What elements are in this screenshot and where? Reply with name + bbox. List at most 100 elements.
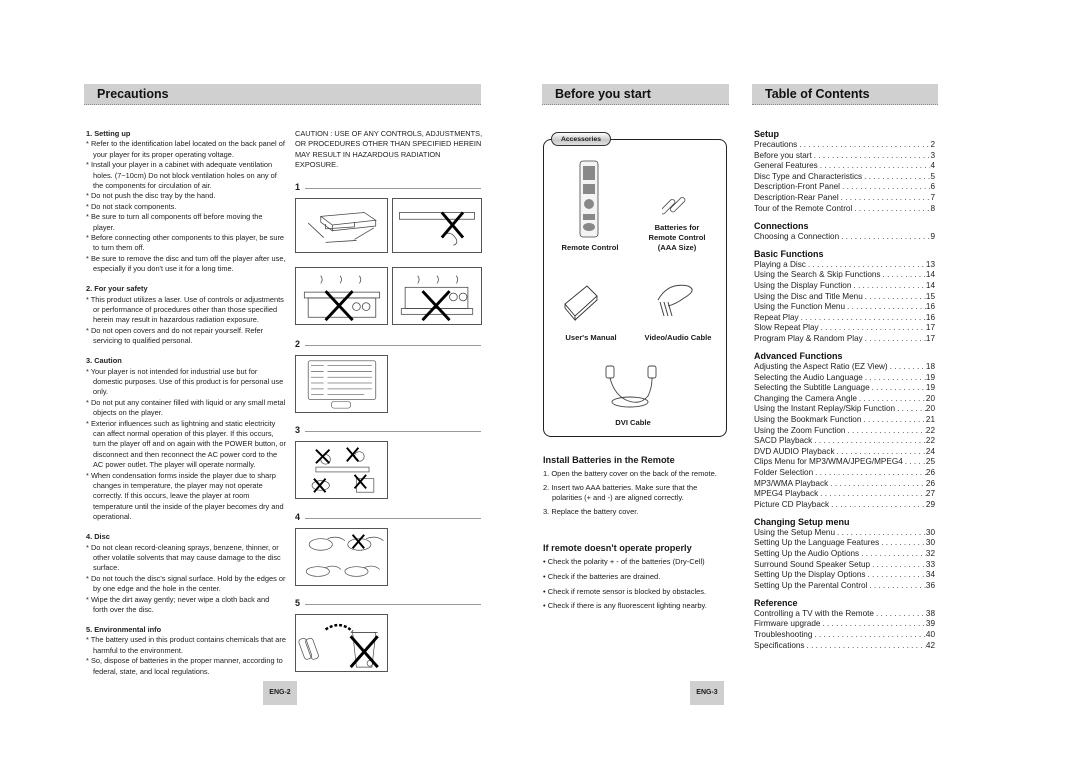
toc-entry[interactable]: MP3/WMA Playback 26 <box>754 479 935 490</box>
precaution-item: Be sure to remove the disc and turn off … <box>86 254 286 275</box>
toc-entry[interactable]: Specifications 42 <box>754 641 935 652</box>
toc-entry[interactable]: Troubleshooting 40 <box>754 630 935 641</box>
toc-leader-dots <box>840 182 930 193</box>
toc-entry[interactable]: Selecting the Subtitle Language 19 <box>754 383 935 394</box>
toc-leader-dots <box>852 204 930 215</box>
video-audio-cable-caption: Video/Audio Cable <box>644 333 712 342</box>
toc-entry[interactable]: Using the Instant Replay/Skip Function 20 <box>754 404 935 415</box>
toc-entry[interactable]: Using the Bookmark Function 21 <box>754 415 935 426</box>
toc-entry[interactable]: Precautions 2 <box>754 140 935 151</box>
toc-leader-dots <box>845 302 926 313</box>
toc-page-number: 4 <box>930 161 935 171</box>
toc-entry[interactable]: Using the Zoom Function 22 <box>754 426 935 437</box>
toc-entry[interactable]: Program Play & Random Play 17 <box>754 334 935 345</box>
toc-entry[interactable]: Playing a Disc 13 <box>754 260 935 271</box>
install-step: 1. Open the battery cover on the back of… <box>543 469 717 478</box>
figure-number: 1 <box>295 182 301 192</box>
toc-entry[interactable]: Setting Up the Display Options 34 <box>754 570 935 581</box>
toc-page-number: 33 <box>925 559 935 569</box>
toc-entry[interactable]: Changing the Camera Angle 20 <box>754 394 935 405</box>
remote-check-item: Check if there is any fluorescent lighti… <box>543 601 733 611</box>
toc-entry[interactable]: Using the Search & Skip Functions 14 <box>754 270 935 281</box>
toc-page-number: 13 <box>925 259 935 269</box>
toc-entry[interactable]: Selecting the Audio Language 19 <box>754 373 935 384</box>
toc-entry[interactable]: Picture CD Playback 29 <box>754 500 935 511</box>
toc-page-number: 6 <box>930 182 935 192</box>
toc-leader-dots <box>851 281 926 292</box>
toc-entry[interactable]: Description-Front Panel 6 <box>754 182 935 193</box>
toc-entry[interactable]: Using the Function Menu 16 <box>754 302 935 313</box>
toc-entry[interactable]: Controlling a TV with the Remote 38 <box>754 609 935 620</box>
page-number-right: ENG-3 <box>690 681 724 705</box>
toc-entry[interactable]: Using the Disc and Title Menu 15 <box>754 292 935 303</box>
toc-entry[interactable]: Setting Up the Audio Options 32 <box>754 549 935 560</box>
toc-entry[interactable]: Repeat Play 16 <box>754 313 935 324</box>
toc-section-title: Reference <box>754 597 798 608</box>
toc-entry[interactable]: Tour of the Remote Control 8 <box>754 204 935 215</box>
toc-page-number: 26 <box>925 467 935 477</box>
toc-leader-dots <box>862 172 930 183</box>
toc-page-number: 17 <box>925 333 935 343</box>
toc-entry[interactable]: General Features 4 <box>754 161 935 172</box>
toc-entry-title: MP3/WMA Playback <box>754 478 829 488</box>
toc-page-number: 38 <box>925 608 935 618</box>
toc-entry[interactable]: Setting Up the Language Features 30 <box>754 538 935 549</box>
toc-entry[interactable]: DVD AUDIO Playback 24 <box>754 447 935 458</box>
toc-entry[interactable]: MPEG4 Playback 27 <box>754 489 935 500</box>
precaution-item: Wipe the dirt away gently; never wipe a … <box>86 595 286 616</box>
figure-heading-4: 4 <box>295 512 481 523</box>
toc-entry-title: Precautions <box>754 140 798 149</box>
precaution-item: Be sure to turn all components off befor… <box>86 212 286 233</box>
toc-entry-title: Disc Type and Characteristics <box>754 171 863 181</box>
toc-entry[interactable]: Using the Display Function 14 <box>754 281 935 292</box>
toc-entry[interactable]: Clips Menu for MP3/WMA/JPEG/MPEG4 25 <box>754 457 935 468</box>
batteries-icon <box>662 190 692 216</box>
toc-leader-dots <box>839 193 931 204</box>
toc-leader-dots <box>799 313 926 324</box>
toc-leader-dots <box>839 232 930 243</box>
precaution-section-title: 5. Environmental info <box>86 624 162 634</box>
toc-section: Advanced Functions Adjusting the Aspect R… <box>754 351 935 510</box>
toc-section: ConnectionsChoosing a Connection 9 <box>754 221 935 243</box>
toc-entry[interactable]: Disc Type and Characteristics 5 <box>754 172 935 183</box>
toc-entry-title: Repeat Play <box>754 312 799 322</box>
toc-page-number: 25 <box>925 457 935 467</box>
toc-page-number: 22 <box>925 436 935 446</box>
toc-page-number: 19 <box>925 383 935 393</box>
toc-entry[interactable]: Adjusting the Aspect Ratio (EZ View) 18 <box>754 362 935 373</box>
before-you-start-header: Before you start <box>542 84 729 105</box>
toc-page-number: 30 <box>925 538 935 548</box>
toc-entry[interactable]: Firmware upgrade 39 <box>754 619 935 630</box>
toc-leader-dots <box>797 140 930 151</box>
toc-entry[interactable]: Setting Up the Parental Control 36 <box>754 581 935 592</box>
toc-entry[interactable]: Slow Repeat Play 17 <box>754 323 935 334</box>
toc-entry-title: Adjusting the Aspect Ratio (EZ View) <box>754 362 888 371</box>
toc-entry-title: Setting Up the Audio Options <box>754 549 860 558</box>
precaution-item: Do not stack components. <box>86 202 286 212</box>
no-stacking-illustration-2 <box>392 267 482 325</box>
toc-page-number: 8 <box>930 203 935 213</box>
toc-page-number: 14 <box>925 280 935 290</box>
toc-leader-dots <box>813 468 926 479</box>
toc-entry[interactable]: Using the Setup Menu 30 <box>754 528 935 539</box>
environment-caution-illustration <box>295 441 388 499</box>
toc-entry-title: Using the Function Menu <box>754 302 846 312</box>
toc-entry-title: Setting Up the Language Features <box>754 538 880 548</box>
toc-leader-dots <box>895 404 926 415</box>
toc-entry[interactable]: SACD Playback 22 <box>754 436 935 447</box>
toc-entry[interactable]: Choosing a Connection 9 <box>754 232 935 243</box>
disc-handling-illustration <box>295 528 388 586</box>
toc-entry[interactable]: Before you start 3 <box>754 151 935 162</box>
precaution-section-title: 4. Disc <box>86 532 110 542</box>
toc-entry[interactable]: Surround Sound Speaker Setup 33 <box>754 560 935 571</box>
precaution-section: 1. Setting upRefer to the identification… <box>86 129 286 275</box>
toc-entry[interactable]: Folder Selection 26 <box>754 468 935 479</box>
toc-entry-title: Selecting the Audio Language <box>754 372 863 382</box>
toc-entry-title: Specifications <box>754 640 805 650</box>
precaution-item: When condensation forms inside the playe… <box>86 471 286 523</box>
ventilation-illustration <box>295 198 388 253</box>
dvi-cable-icon <box>600 364 664 410</box>
toc-entry[interactable]: Description-Rear Panel 7 <box>754 193 935 204</box>
toc-section-title: Setup <box>754 129 780 139</box>
precautions-title: Precautions <box>97 87 169 101</box>
